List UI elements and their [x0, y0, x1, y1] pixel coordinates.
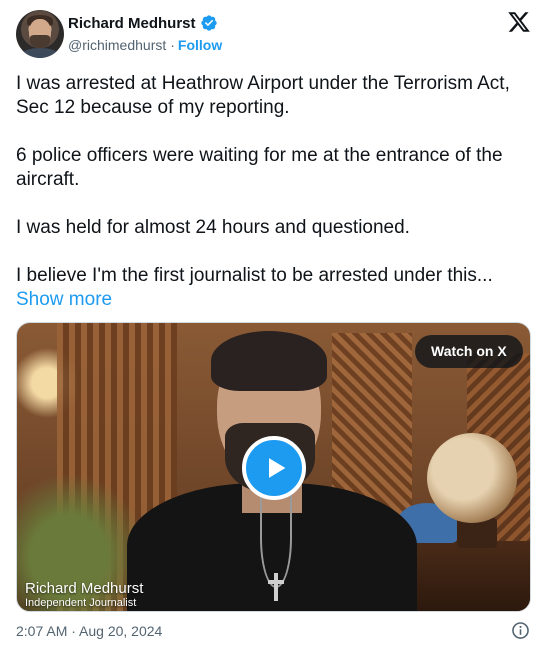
- author-name[interactable]: Richard Medhurst: [68, 15, 196, 32]
- tweet-paragraph: I was held for almost 24 hours and quest…: [16, 217, 410, 238]
- show-more-link[interactable]: Show more: [16, 289, 112, 310]
- play-button[interactable]: [242, 436, 306, 500]
- tweet-card: Richard Medhurst @richimedhurst · Follow…: [0, 0, 545, 645]
- follow-button[interactable]: Follow: [178, 37, 222, 53]
- x-logo-icon[interactable]: [507, 10, 531, 34]
- avatar[interactable]: [16, 10, 64, 58]
- person-hair: [211, 331, 327, 391]
- verified-badge-icon: [200, 14, 218, 32]
- tweet-paragraph-truncated: I believe I'm the first journalist to be…: [16, 264, 526, 312]
- caption-title: Independent Journalist: [25, 597, 137, 609]
- globe: [427, 433, 517, 523]
- author-handle-row: @richimedhurst · Follow: [68, 37, 222, 53]
- video-caption: Richard Medhurst Independent Journalist: [25, 581, 143, 610]
- tweet-paragraph: 6 police officers were waiting for me at…: [16, 145, 503, 190]
- info-icon[interactable]: [511, 621, 530, 640]
- author-handle[interactable]: @richimedhurst: [68, 37, 166, 53]
- author-name-row: Richard Medhurst: [68, 14, 218, 32]
- cross-pendant: [268, 580, 284, 584]
- watch-on-x-button[interactable]: Watch on X: [415, 335, 523, 368]
- video-player[interactable]: Watch on X Richard Medhurst Independent …: [16, 322, 531, 612]
- tweet-paragraph: I was arrested at Heathrow Airport under…: [16, 73, 510, 118]
- tweet-paragraph-text: I believe I'm the first journalist to be…: [16, 265, 493, 286]
- timestamp[interactable]: 2:07 AM · Aug 20, 2024: [16, 623, 162, 639]
- side-table: [407, 541, 530, 611]
- play-icon: [269, 458, 286, 478]
- tweet-text: I was arrested at Heathrow Airport under…: [16, 72, 526, 312]
- separator-dot: ·: [170, 37, 175, 53]
- caption-name: Richard Medhurst: [25, 580, 144, 597]
- cross-pendant: [274, 573, 278, 601]
